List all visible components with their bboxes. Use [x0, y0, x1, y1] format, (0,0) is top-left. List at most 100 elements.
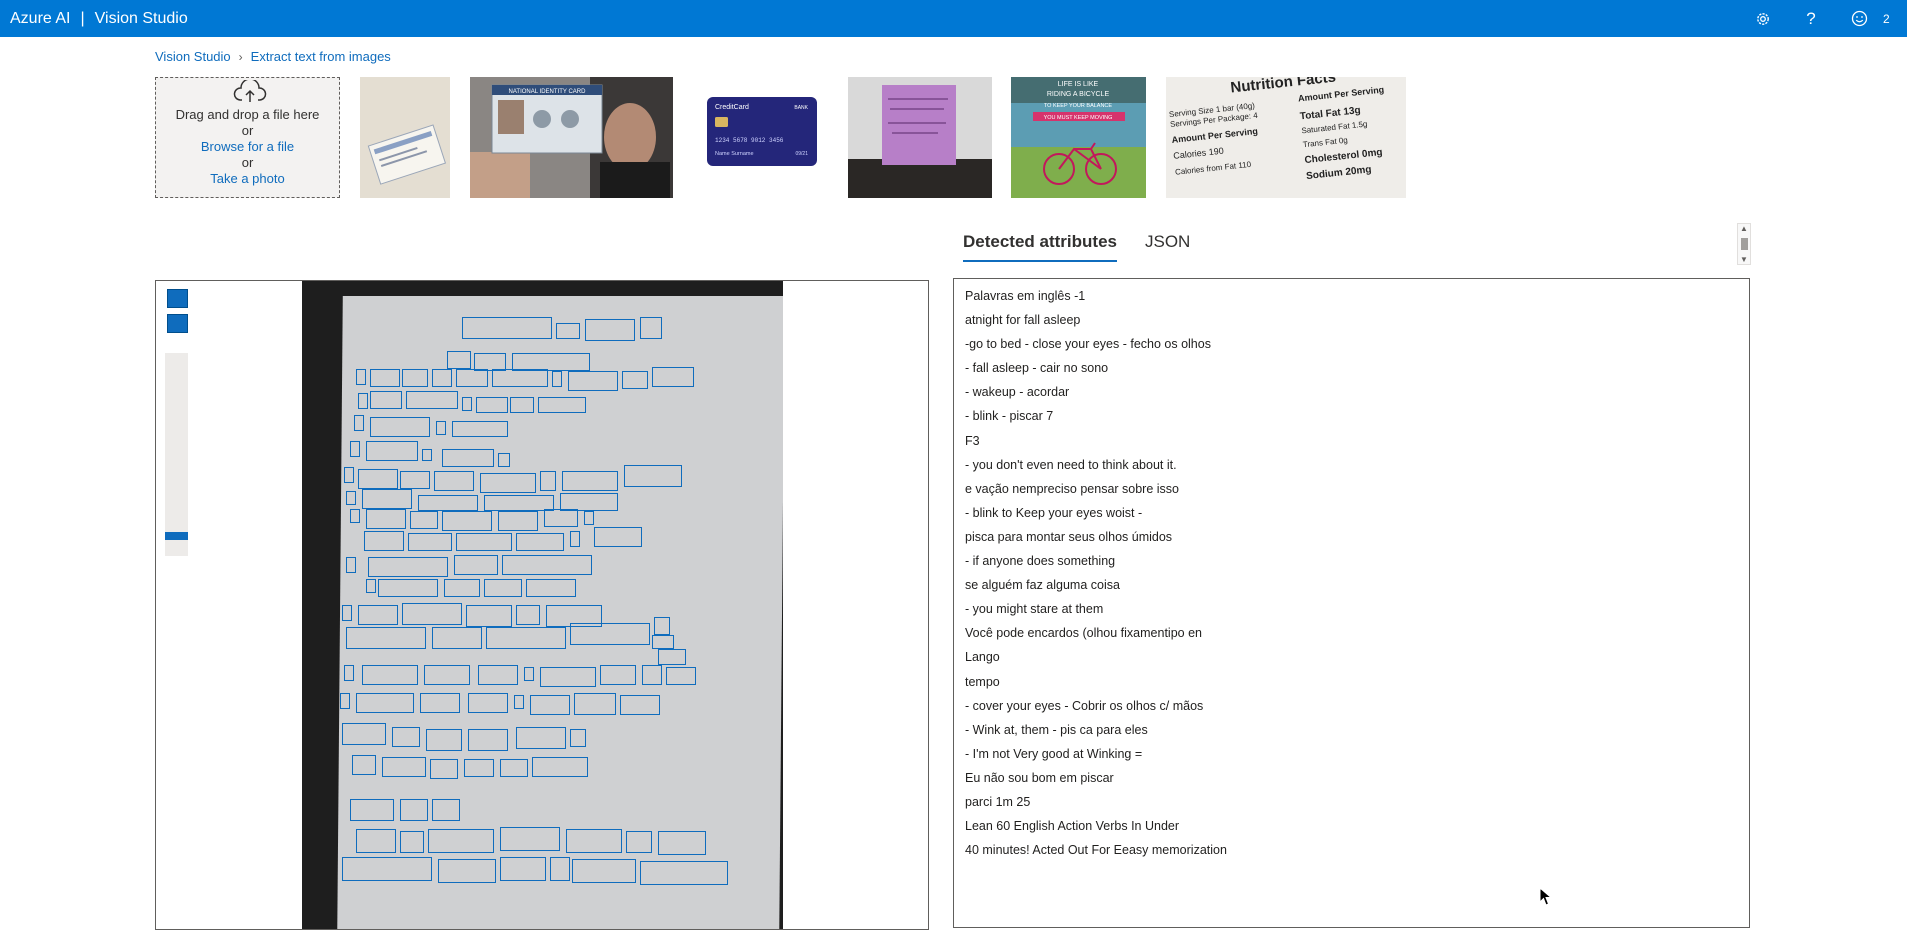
account-button[interactable]: 2: [1883, 0, 1907, 37]
word-box[interactable]: [356, 369, 366, 385]
word-box[interactable]: [366, 509, 406, 529]
word-box[interactable]: [346, 557, 356, 573]
word-box[interactable]: [572, 859, 636, 883]
word-box[interactable]: [498, 453, 510, 467]
word-box[interactable]: [550, 857, 570, 881]
feedback-button[interactable]: [1835, 0, 1883, 37]
word-box[interactable]: [468, 729, 508, 751]
word-box[interactable]: [456, 533, 512, 551]
sample-image-security-card[interactable]: [360, 77, 450, 198]
word-box[interactable]: [370, 391, 402, 409]
word-box[interactable]: [462, 397, 472, 411]
word-box[interactable]: [400, 471, 430, 489]
tab-json[interactable]: JSON: [1145, 232, 1190, 262]
word-box[interactable]: [370, 417, 430, 437]
zoom-in-button[interactable]: [167, 289, 188, 308]
sample-image-nutrition-facts[interactable]: Nutrition Facts Serving Size 1 bar (40g)…: [1166, 77, 1406, 198]
word-box[interactable]: [622, 371, 648, 389]
word-box[interactable]: [430, 759, 458, 779]
word-box[interactable]: [362, 665, 418, 685]
word-box[interactable]: [640, 861, 728, 885]
word-box[interactable]: [344, 665, 354, 681]
word-box[interactable]: [358, 605, 398, 625]
word-box[interactable]: [526, 579, 576, 597]
sample-image-bicycle-poster[interactable]: LIFE IS LIKE RIDING A BICYCLE TO KEEP YO…: [1011, 77, 1146, 198]
word-box[interactable]: [654, 617, 670, 635]
word-box[interactable]: [424, 665, 470, 685]
word-box[interactable]: [478, 665, 518, 685]
word-box[interactable]: [358, 393, 368, 409]
word-box[interactable]: [340, 693, 350, 709]
word-box[interactable]: [378, 579, 438, 597]
word-box[interactable]: [530, 695, 570, 715]
word-box[interactable]: [432, 799, 460, 821]
word-box[interactable]: [342, 605, 352, 621]
word-box[interactable]: [540, 667, 596, 687]
word-box[interactable]: [370, 369, 400, 387]
help-button[interactable]: ?: [1787, 0, 1835, 37]
word-box[interactable]: [562, 471, 618, 491]
word-box[interactable]: [570, 729, 586, 747]
word-box[interactable]: [510, 397, 534, 413]
word-box[interactable]: [362, 489, 412, 509]
settings-button[interactable]: [1739, 0, 1787, 37]
word-box[interactable]: [354, 415, 364, 431]
word-box[interactable]: [642, 665, 662, 685]
sample-image-id-card[interactable]: NATIONAL IDENTITY CARD: [470, 77, 673, 198]
word-box[interactable]: [626, 831, 652, 853]
word-box[interactable]: [666, 667, 696, 685]
word-box[interactable]: [438, 859, 496, 883]
word-box[interactable]: [462, 317, 552, 339]
word-box[interactable]: [570, 531, 580, 547]
word-box[interactable]: [344, 467, 354, 483]
browse-file-link[interactable]: Browse for a file: [156, 139, 339, 154]
word-box[interactable]: [402, 369, 428, 387]
tab-detected-attributes[interactable]: Detected attributes: [963, 232, 1117, 262]
word-box[interactable]: [500, 759, 528, 777]
breadcrumb-current[interactable]: Extract text from images: [251, 49, 391, 64]
scroll-thumb[interactable]: [1741, 238, 1748, 250]
word-box[interactable]: [447, 351, 471, 369]
word-box[interactable]: [500, 827, 560, 851]
word-box[interactable]: [406, 391, 458, 409]
word-box[interactable]: [540, 471, 556, 491]
word-box[interactable]: [516, 727, 566, 749]
word-box[interactable]: [366, 579, 376, 593]
word-box[interactable]: [532, 757, 588, 777]
word-box[interactable]: [464, 759, 494, 777]
zoom-slider-handle[interactable]: [165, 532, 188, 540]
tabs-scrollbar[interactable]: ▲ ▼: [1737, 223, 1751, 265]
word-box[interactable]: [544, 509, 578, 527]
word-box[interactable]: [420, 693, 460, 713]
word-box[interactable]: [364, 531, 404, 551]
word-box[interactable]: [434, 471, 474, 491]
word-box[interactable]: [444, 579, 480, 597]
upload-dropzone[interactable]: Drag and drop a file here or Browse for …: [155, 77, 340, 198]
word-box[interactable]: [624, 465, 682, 487]
word-box[interactable]: [368, 557, 448, 577]
word-box[interactable]: [484, 579, 522, 597]
word-box[interactable]: [640, 317, 662, 339]
word-box[interactable]: [568, 371, 618, 391]
word-box[interactable]: [454, 555, 498, 575]
word-box[interactable]: [498, 511, 538, 531]
word-box[interactable]: [436, 421, 446, 435]
zoom-out-button[interactable]: [167, 314, 188, 333]
word-box[interactable]: [658, 649, 686, 665]
word-box[interactable]: [426, 729, 462, 751]
word-box[interactable]: [342, 857, 432, 881]
word-box[interactable]: [492, 369, 548, 387]
word-box[interactable]: [570, 623, 650, 645]
word-box[interactable]: [600, 665, 636, 685]
word-box[interactable]: [502, 555, 592, 575]
word-box[interactable]: [366, 441, 418, 461]
word-box[interactable]: [556, 323, 580, 339]
word-box[interactable]: [566, 829, 622, 853]
word-box[interactable]: [392, 727, 420, 747]
word-box[interactable]: [350, 509, 360, 523]
word-box[interactable]: [594, 527, 642, 547]
word-box[interactable]: [500, 857, 546, 881]
word-box[interactable]: [410, 511, 438, 529]
word-box[interactable]: [486, 627, 566, 649]
word-box[interactable]: [346, 491, 356, 505]
